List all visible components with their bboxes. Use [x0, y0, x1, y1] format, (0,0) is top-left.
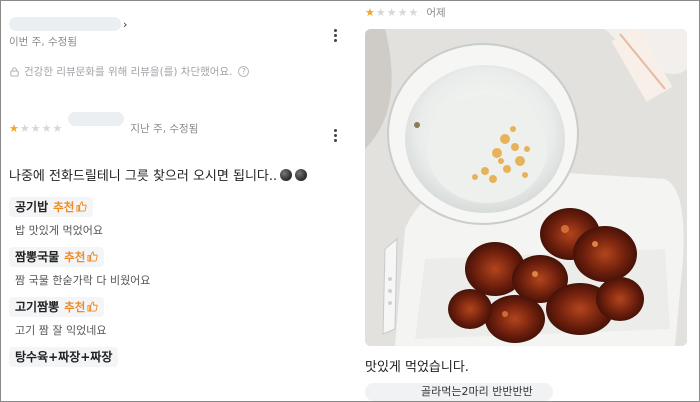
review-date: 어제	[426, 7, 446, 19]
help-icon[interactable]: ?	[238, 66, 250, 77]
blocked-notice: 건강한 리뷰문화를 위해 리뷰을(를) 차단했어요. ?	[9, 64, 250, 79]
order-summary-tag: 탕수육+짜장+짜장	[9, 347, 119, 367]
star-icon: ★	[386, 6, 397, 19]
star-icon: ★	[375, 6, 386, 19]
menu-item-comment: 짬 국물 한숟가락 다 비웠어요	[15, 273, 151, 287]
recommend-badge: 추천	[64, 299, 98, 315]
menu-item-tag: 짬뽕국물 추천	[9, 246, 105, 267]
thumbs-up-icon	[76, 201, 87, 212]
recommend-label: 추천	[64, 249, 86, 264]
emoji-icon	[295, 168, 308, 181]
ordered-menu-tag: 골라먹는2마리 반반반반	[365, 383, 553, 401]
right-star-rating: ★ ★ ★ ★ ★	[365, 7, 418, 18]
star-icon: ★	[41, 122, 52, 135]
star-icon: ★	[408, 6, 419, 19]
menu-item-name: 짬뽕국물	[15, 250, 60, 264]
star-icon: ★	[52, 122, 63, 135]
review2-comment-text: 나중에 전화드릴테니 그릇 찾으러 오시면 됩니다..	[9, 169, 278, 184]
right-review-panel: ★ ★ ★ ★ ★ 어제 맛있게 먹었습니다. 골라먹는2마리 반반반반	[350, 1, 699, 401]
review1-meta: 이번 주, 수정됨	[9, 36, 77, 48]
reviewer-name-redacted[interactable]	[9, 16, 121, 31]
recommend-label: 추천	[53, 199, 75, 214]
emoji-icon	[280, 168, 293, 181]
review2-header: ★ ★ ★ ★ ★ 지난 주, 수정됨	[9, 111, 199, 136]
review1-header: ›	[9, 13, 127, 32]
review-caption: 맛있게 먹었습니다.	[365, 360, 469, 375]
recommend-label: 추천	[64, 299, 86, 314]
chevron-right-icon[interactable]: ›	[123, 18, 127, 31]
review2-comment: 나중에 전화드릴테니 그릇 찾으러 오시면 됩니다..	[9, 165, 308, 184]
thumbs-up-icon	[87, 251, 98, 262]
menu-item-tag: 공기밥 추천	[9, 196, 94, 217]
blocked-notice-text: 건강한 리뷰문화를 위해 리뷰을(를) 차단했어요.	[24, 66, 233, 78]
recommend-badge: 추천	[64, 249, 98, 265]
menu-item-tag: 고기짬뽕 추천	[9, 296, 105, 317]
reviewer-name-redacted[interactable]	[68, 111, 125, 126]
star-icon: ★	[9, 122, 19, 135]
menu-item-review: 짬뽕국물 추천 짬 국물 한숟가락 다 비웠어요	[9, 246, 150, 288]
menu-item-review: 고기짬뽕 추천 고기 짬 잘 익었네요	[9, 296, 106, 338]
menu-item-comment: 밥 맛있게 먹었어요	[15, 223, 103, 237]
recommend-badge: 추천	[53, 199, 87, 215]
star-icon: ★	[19, 122, 30, 135]
review1-more-button[interactable]	[328, 25, 342, 45]
right-review-header: ★ ★ ★ ★ ★ 어제	[365, 5, 446, 20]
star-icon: ★	[30, 122, 41, 135]
review2-meta: 지난 주, 수정됨	[130, 123, 199, 135]
thumbs-up-icon	[87, 301, 98, 312]
star-icon: ★	[365, 6, 375, 19]
review-photo[interactable]	[365, 29, 687, 346]
menu-item-comment: 고기 짬 잘 익었네요	[15, 323, 107, 337]
star-icon: ★	[397, 6, 408, 19]
review2-star-rating: ★ ★ ★ ★ ★	[9, 123, 62, 134]
left-review-panel: › 이번 주, 수정됨 건강한 리뷰문화를 위해 리뷰을(를) 차단했어요. ?…	[1, 1, 350, 401]
menu-item-name: 고기짬뽕	[15, 300, 60, 314]
menu-item-review: 공기밥 추천 밥 맛있게 먹었어요	[9, 196, 103, 238]
lock-icon	[10, 67, 19, 77]
menu-item-name: 공기밥	[15, 200, 49, 214]
review2-more-button[interactable]	[328, 125, 342, 145]
food-photo-illustration	[365, 29, 687, 346]
